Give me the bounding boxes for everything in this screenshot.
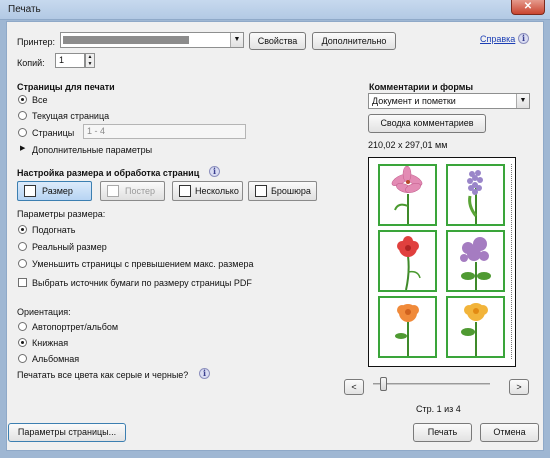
print-button[interactable]: Печать (413, 423, 472, 442)
tab-multiple[interactable]: Несколько (172, 181, 243, 201)
preview-flower-rose (378, 296, 437, 358)
printer-label: Принтер: (17, 37, 56, 47)
page-indicator: Стр. 1 из 4 (416, 404, 461, 414)
comments-selected-value: Документ и пометки (372, 96, 456, 106)
help-icon[interactable]: i (518, 33, 529, 44)
preview-flower-lily (378, 164, 437, 226)
sizing-info-icon[interactable]: i (209, 166, 220, 177)
copies-label: Копий: (17, 58, 45, 68)
print-preview (368, 157, 516, 367)
preview-slider-thumb[interactable] (380, 377, 387, 391)
pages-current-radio[interactable] (18, 111, 27, 120)
actual-size-label: Реальный размер (32, 242, 107, 252)
size-icon (24, 185, 36, 197)
preview-flower-yellow-rose (446, 296, 505, 358)
page-dimensions: 210,02 x 297,01 мм (368, 140, 448, 150)
next-page-button[interactable]: > (509, 379, 529, 395)
copies-stepper[interactable]: ▲ ▼ (85, 53, 95, 68)
auto-orientation-label: Автопортрет/альбом (32, 322, 119, 332)
copies-input[interactable]: 1 (55, 53, 85, 68)
pages-current-label: Текущая страница (32, 111, 110, 121)
page-setup-button[interactable]: Параметры страницы... (8, 423, 126, 442)
chevron-down-icon[interactable]: ▼ (230, 33, 243, 47)
paper-source-checkbox[interactable] (18, 278, 27, 287)
orientation-label: Ориентация: (17, 307, 71, 317)
cancel-button[interactable]: Отмена (480, 423, 539, 442)
portrait-label: Книжная (32, 338, 69, 348)
landscape-radio[interactable] (18, 354, 27, 363)
shrink-oversized-radio[interactable] (18, 259, 27, 268)
grayscale-question: Печатать все цвета как серые и черные? (17, 370, 189, 380)
printer-name-redacted (63, 36, 189, 44)
landscape-label: Альбомная (32, 354, 80, 364)
comments-select[interactable]: Документ и пометки ▼ (368, 93, 530, 109)
tab-poster[interactable]: Постер (100, 181, 165, 201)
properties-button[interactable]: Свойства (249, 32, 306, 50)
poster-icon (107, 185, 119, 197)
pages-all-radio[interactable] (18, 95, 27, 104)
expand-triangle-icon[interactable]: ▶ (20, 144, 25, 152)
advanced-button[interactable]: Дополнительно (312, 32, 396, 50)
paper-source-label: Выбрать источник бумаги по размеру стран… (32, 278, 252, 288)
size-params-label: Параметры размера: (17, 209, 106, 219)
copies-value: 1 (59, 55, 65, 65)
pages-header: Страницы для печати (17, 82, 115, 92)
prev-page-button[interactable]: < (344, 379, 364, 395)
pages-range-radio[interactable] (18, 128, 27, 137)
window-title: Печать (8, 4, 41, 15)
help-link[interactable]: Справка (480, 34, 515, 44)
grayscale-info-icon[interactable]: i (199, 368, 210, 379)
preview-flower-carnation (378, 230, 437, 292)
comments-summary-button[interactable]: Сводка комментариев (368, 114, 486, 133)
preview-margin-text (511, 164, 514, 359)
actual-size-radio[interactable] (18, 242, 27, 251)
pages-all-label: Все (32, 95, 48, 105)
pages-range-label: Страницы (32, 128, 75, 138)
portrait-radio[interactable] (18, 338, 27, 347)
shrink-oversized-label: Уменьшить страницы с превышением макс. р… (32, 259, 254, 269)
fit-radio[interactable] (18, 225, 27, 234)
pages-range-input[interactable]: 1 - 4 (83, 124, 246, 139)
close-button[interactable]: ✕ (511, 0, 545, 15)
preview-flower-hyacinth (446, 164, 505, 226)
sizing-header: Настройка размера и обработка страниц (17, 168, 200, 178)
auto-orientation-radio[interactable] (18, 322, 27, 331)
tab-booklet[interactable]: Брошюра (248, 181, 317, 201)
multiple-pages-icon (179, 185, 191, 197)
fit-label: Подогнать (32, 225, 76, 235)
booklet-icon (255, 185, 267, 197)
preview-flower-lilac (446, 230, 505, 292)
printer-select[interactable]: ▼ (60, 32, 244, 48)
chevron-down-icon[interactable]: ▼ (516, 94, 529, 108)
comments-header: Комментарии и формы (369, 82, 474, 92)
more-options-link[interactable]: Дополнительные параметры (32, 145, 152, 155)
title-bar (0, 0, 550, 20)
tab-size[interactable]: Размер (17, 181, 92, 201)
preview-slider-track[interactable] (373, 383, 490, 385)
